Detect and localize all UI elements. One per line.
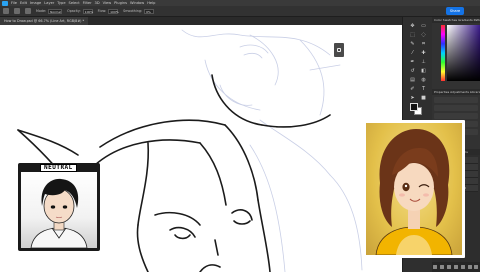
history-brush-tool-icon[interactable]: ↺ [409,68,416,75]
foreground-color-swatch[interactable] [410,103,418,111]
property-row[interactable] [434,97,478,103]
crop-tool-icon[interactable]: ⌗ [420,41,427,48]
link-layers-icon[interactable] [433,265,438,269]
eraser-tool-icon[interactable]: ◧ [420,68,427,75]
webcam-overlay [363,120,465,258]
adjustment-icon[interactable] [453,265,458,269]
mask-icon[interactable] [447,265,452,269]
vtuber-avatar [375,129,453,255]
type-tool-icon[interactable]: T [420,86,427,93]
brush-settings-icon [25,8,31,14]
share-button[interactable]: Share [446,7,464,15]
photoshop-logo-icon [2,0,8,6]
blur-tool-icon[interactable]: ◍ [420,77,427,84]
shape-tool-icon[interactable]: ■ [420,95,427,102]
webcam-avatar [366,123,462,255]
document-tab[interactable]: How to Draw.psd @ 66.7% (Line Art, RGB/8… [0,17,89,25]
opacity-label: Opacity: [67,9,81,13]
lasso-tool-icon[interactable]: ◌ [420,32,427,39]
property-row[interactable] [434,105,478,111]
eyedropper-tool-icon[interactable]: ⁄ [409,50,416,57]
faint-sketch-lines [181,29,363,272]
flow-label: Flow: [97,9,107,13]
brush-settings-button[interactable] [25,8,31,14]
healing-tool-icon[interactable]: ✚ [420,50,427,57]
home-icon [3,8,9,14]
property-row[interactable] [434,113,478,119]
options-bar: Mode: Normal Opacity: 100% Flow: 100% Sm… [0,6,480,17]
artboard-tool-icon[interactable]: ▭ [420,23,427,30]
brush-tool-icon[interactable]: ✒ [409,59,416,66]
reference-label: NEUTRAL [40,164,77,172]
document-tab-bar: How to Draw.psd @ 66.7% (Line Art, RGB/8… [0,17,402,25]
brush-icon [14,8,20,14]
trash-icon[interactable] [474,265,479,269]
smoothing-label: Smoothing: [123,9,143,13]
photoshop-window: File Edit Image Layer Type Select Filter… [0,0,480,272]
brush-preset-button[interactable] [14,8,20,14]
mode-select[interactable]: Normal [48,8,63,14]
gradient-tool-icon[interactable]: ▤ [409,77,416,84]
path-select-tool-icon[interactable]: ➤ [409,95,416,102]
color-panel-tabs[interactable]: Color Swatches Gradients Patterns [432,17,480,23]
floating-panel-button[interactable] [334,43,344,57]
new-layer-icon[interactable] [467,265,472,269]
marquee-tool-icon[interactable]: ⬚ [409,32,416,39]
reference-portrait [30,178,88,248]
fx-icon[interactable] [440,265,445,269]
pen-tool-icon[interactable]: ✐ [409,86,416,93]
opacity-field[interactable]: 100% [82,8,93,14]
home-button[interactable] [3,8,9,14]
layers-panel-footer [432,262,480,272]
move-tool-icon[interactable]: ✥ [409,23,416,30]
stamp-tool-icon[interactable]: ⊥ [420,59,427,66]
flow-field[interactable]: 100% [108,8,119,14]
color-picker-field[interactable] [447,25,480,81]
panel-toggle-icon [337,48,341,52]
properties-panel-tabs[interactable]: Properties Adjustments Libraries [432,89,480,95]
quick-select-tool-icon[interactable]: ✎ [409,41,416,48]
hue-slider[interactable] [441,25,445,81]
new-group-icon[interactable] [460,265,465,269]
reference-image [21,172,97,248]
smoothing-field[interactable]: 0% [144,8,155,14]
reference-overlay: NEUTRAL [18,163,100,251]
mode-label: Mode: [36,9,47,13]
